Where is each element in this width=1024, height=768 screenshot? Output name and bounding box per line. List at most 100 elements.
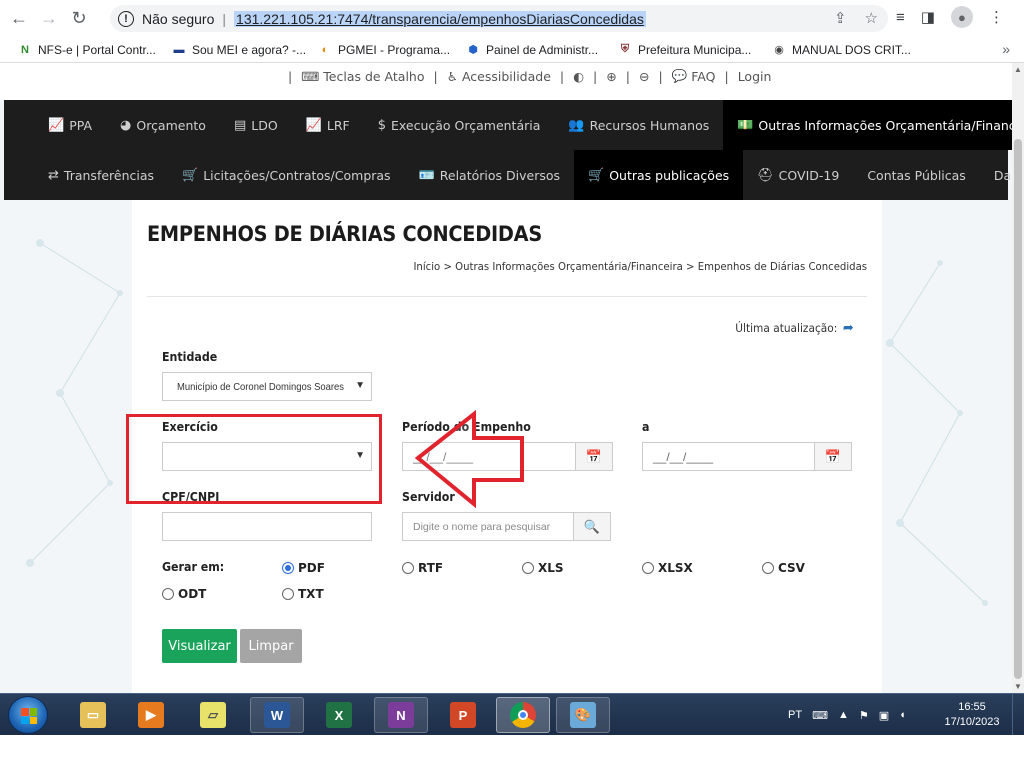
keyboard-icon[interactable]: ⌨ — [812, 709, 828, 722]
nav-label: Outras publicações — [609, 167, 730, 183]
taskbar-excel[interactable]: X — [312, 697, 366, 733]
shortcut-keys-link[interactable]: ⌨ Teclas de Atalho — [301, 69, 424, 84]
media-icon: ▶ — [138, 702, 164, 728]
servidor-input[interactable]: Digite o nome para pesquisar — [402, 512, 574, 541]
visualizar-button[interactable]: Visualizar — [162, 629, 237, 663]
warning-icon[interactable]: ! — [118, 10, 134, 27]
bookmarks-bar: N NFS-e | Portal Contr... ▬ Sou MEI e ag… — [0, 37, 1024, 63]
cpf-input[interactable] — [162, 512, 372, 541]
scroll-thumb[interactable] — [1014, 139, 1022, 679]
reload-button[interactable]: ↻ — [64, 4, 94, 34]
format-radio-pdf[interactable]: PDF — [282, 561, 325, 575]
nav-transferencias[interactable]: ⇄ Transferências — [34, 150, 168, 200]
prefeitura-logo-icon: ⛨ — [620, 43, 630, 55]
bookmark-manual[interactable]: ◉ MANUAL DOS CRIT... — [772, 43, 911, 57]
taskbar-onenote[interactable]: N — [374, 697, 428, 733]
tray-expand-icon[interactable]: ▲ — [838, 709, 849, 721]
nfse-logo-icon: N — [21, 43, 29, 56]
breadcrumb[interactable]: Início > Outras Informações Orçamentária… — [413, 260, 867, 273]
more-bookmarks-button[interactable]: » — [1002, 41, 1010, 57]
security-label[interactable]: Não seguro — [142, 11, 214, 27]
bookmark-nfse[interactable]: N NFS-e | Portal Contr... — [18, 43, 156, 57]
medkit-icon: ⛑ — [757, 167, 774, 183]
clock[interactable]: 16:55 17/10/2023 — [940, 700, 1004, 730]
menu-kebab-icon[interactable]: ⋮ — [989, 8, 1004, 26]
radio-odt[interactable] — [162, 588, 174, 600]
radio-xls[interactable] — [522, 562, 534, 574]
bookmark-prefeitura[interactable]: ⛨ Prefeitura Municipa... — [618, 43, 752, 57]
radio-pdf[interactable] — [282, 562, 294, 574]
format-radio-xls[interactable]: XLS — [522, 561, 564, 575]
bookmark-mei[interactable]: ▬ Sou MEI e agora? -... — [172, 43, 307, 57]
dollar-icon: $ — [377, 117, 386, 133]
scroll-up-icon[interactable]: ▲ — [1014, 65, 1022, 74]
format-radio-odt[interactable]: ODT — [162, 587, 206, 601]
url-text[interactable]: 131.221.105.21:7474/transparencia/empenh… — [234, 10, 646, 27]
language-indicator[interactable]: PT — [788, 709, 802, 721]
taskbar-media-player[interactable]: ▶ — [124, 697, 178, 733]
taskbar-word[interactable]: W — [250, 697, 304, 733]
faq-link[interactable]: 💬 FAQ — [672, 68, 716, 84]
nav-ppa[interactable]: 📈 PPA — [34, 100, 106, 150]
taskbar-sticky-notes[interactable]: ▱ — [186, 697, 240, 733]
nav-contas-publicas[interactable]: Contas Públicas — [853, 150, 980, 200]
util-separator: | — [724, 68, 729, 84]
star-bookmark-icon[interactable]: ☆ — [865, 9, 878, 27]
format-radio-csv[interactable]: CSV — [762, 561, 805, 575]
bookmark-painel[interactable]: ⬢ Painel de Administr... — [466, 43, 598, 57]
format-radio-rtf[interactable]: RTF — [402, 561, 443, 575]
forward-button[interactable]: → — [34, 4, 64, 34]
address-bar[interactable]: ! Não seguro | 131.221.105.21:7474/trans… — [110, 5, 888, 32]
taskbar-chrome[interactable] — [496, 697, 550, 733]
start-button[interactable] — [8, 696, 48, 734]
volume-icon[interactable]: ◖ — [899, 709, 906, 721]
zoom-out-button[interactable]: ⊖ — [639, 69, 649, 84]
share-arrow-icon[interactable]: ➦ — [843, 320, 854, 336]
calendar-from-button[interactable]: 📅 — [575, 442, 613, 471]
share-page-icon[interactable]: ⇪ — [834, 9, 847, 27]
nav-outras-informacoes[interactable]: 💵 Outras Informações Orçamentária/Finance… — [723, 100, 1012, 150]
entidade-select[interactable]: Município de Coronel Domingos Soares ▼ — [162, 372, 372, 401]
nav-licitacoes[interactable]: 🛒 Licitações/Contratos/Compras — [168, 150, 405, 200]
radio-xlsx[interactable] — [642, 562, 654, 574]
periodo-to-input[interactable]: __/__/____ — [642, 442, 816, 471]
radio-txt[interactable] — [282, 588, 294, 600]
show-desktop-button[interactable] — [1012, 694, 1024, 736]
nav-recursos-humanos[interactable]: 👥 Recursos Humanos — [554, 100, 723, 150]
format-radio-xlsx[interactable]: XLSX — [642, 561, 693, 575]
format-radio-txt[interactable]: TXT — [282, 587, 324, 601]
nav-execucao[interactable]: $ Execução Orçamentária — [364, 100, 555, 150]
page-scrollbar[interactable]: ▲ ▼ — [1012, 63, 1024, 693]
annotation-arrow-icon — [414, 410, 524, 509]
limpar-button[interactable]: Limpar — [240, 629, 302, 663]
nav-dados-abertos[interactable]: Dados abertos — [980, 150, 1012, 200]
radio-rtf[interactable] — [402, 562, 414, 574]
action-center-icon[interactable]: ⚑ — [859, 709, 869, 722]
accessibility-link[interactable]: ♿ Acessibilidade — [447, 69, 551, 84]
nav-relatorios[interactable]: 🪪 Relatórios Diversos — [405, 150, 574, 200]
nav-outras-publicacoes[interactable]: 🛒 Outras publicações — [574, 150, 744, 200]
nav-ldo[interactable]: ▤ LDO — [220, 100, 292, 150]
taskbar-paint[interactable]: 🎨 — [556, 697, 610, 733]
zoom-in-button[interactable]: ⊕ — [606, 69, 616, 84]
divider — [147, 296, 867, 297]
login-link[interactable]: Login — [738, 69, 772, 84]
side-panel-icon[interactable]: ◨ — [921, 8, 935, 26]
nav-covid[interactable]: ⛑ COVID-19 — [743, 150, 853, 200]
reading-list-icon[interactable]: ≡ — [896, 9, 905, 26]
bookmark-pgmei[interactable]: ◐ PGMEI - Programa... — [318, 43, 450, 57]
nav-lrf[interactable]: 📈 LRF — [292, 100, 364, 150]
calendar-to-button[interactable]: 📅 — [814, 442, 852, 471]
radio-csv[interactable] — [762, 562, 774, 574]
servidor-search-button[interactable]: 🔍 — [573, 512, 611, 541]
back-button[interactable]: ← — [4, 4, 34, 34]
last-update-label: Última atualização: — [735, 321, 838, 335]
taskbar-powerpoint[interactable]: P — [436, 697, 490, 733]
taskbar-explorer[interactable]: ▭ — [66, 697, 120, 733]
contrast-toggle[interactable]: ◐ — [573, 69, 584, 84]
network-icon[interactable]: ▣ — [879, 709, 889, 722]
nav-label: Orçamento — [136, 117, 206, 133]
nav-orcamento[interactable]: ◕ Orçamento — [106, 100, 220, 150]
profile-avatar-icon[interactable]: ● — [950, 6, 973, 28]
scroll-down-icon[interactable]: ▼ — [1014, 682, 1022, 691]
